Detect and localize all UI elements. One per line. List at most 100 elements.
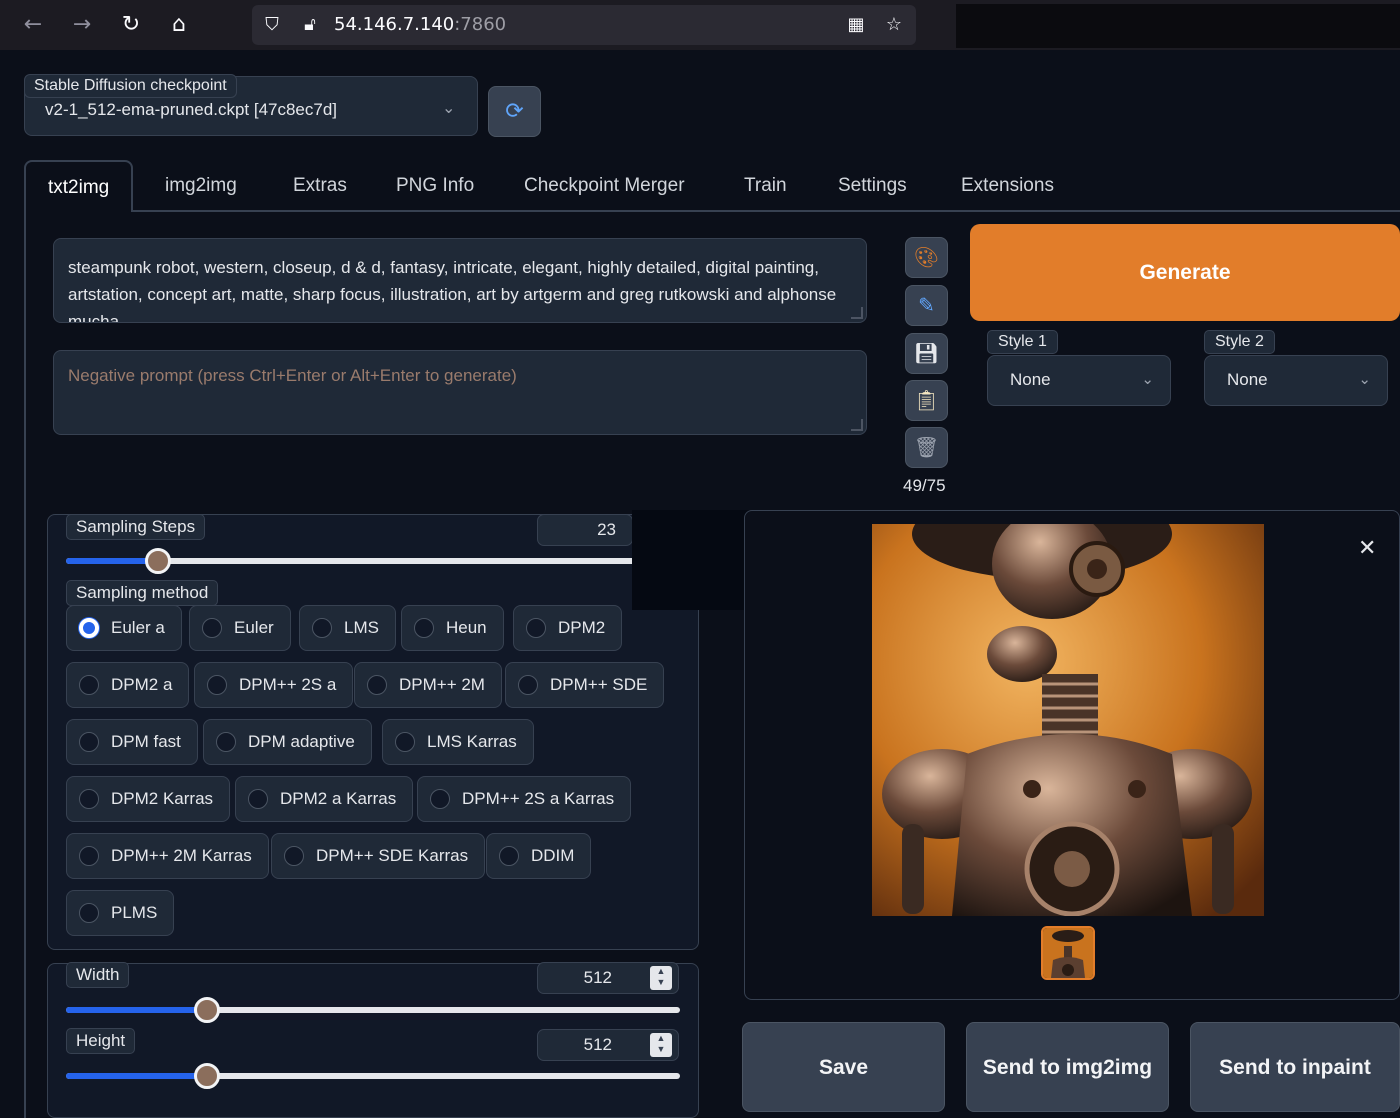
url-bar[interactable]: ⛉ 🔓︎ 54.146.7.140:7860 ▦ ☆ (252, 5, 916, 45)
radio-dot (284, 846, 304, 866)
spinner-icon[interactable]: ▲ ▼ (650, 966, 672, 990)
negative-prompt-placeholder: Negative prompt (press Ctrl+Enter or Alt… (68, 366, 517, 385)
forward-icon[interactable]: → (67, 10, 97, 40)
lock-icon[interactable]: 🔓︎ (298, 13, 322, 37)
trash-icon: 🗑︎ (913, 435, 940, 459)
radio-dot (202, 618, 222, 638)
send-to-inpaint-button[interactable]: Send to inpaint (1190, 1022, 1400, 1112)
tab-extensions[interactable]: Extensions (961, 160, 1054, 212)
radio-dot (79, 732, 99, 752)
chevron-down-icon: ⌄ (1141, 371, 1154, 388)
tab-checkpoint-merger[interactable]: Checkpoint Merger (524, 160, 685, 212)
radio-dpm2-karras[interactable]: DPM2 Karras (66, 776, 231, 822)
close-icon[interactable]: ✕ (1358, 536, 1376, 561)
radio-dpmpp-2m[interactable]: DPM++ 2M (354, 662, 502, 708)
radio-dpm2-a[interactable]: DPM2 a (66, 662, 190, 708)
height-slider[interactable] (66, 1063, 680, 1089)
url-host: 54.146.7.140 (334, 14, 455, 35)
read-generation-params-button[interactable]: ✎ (905, 285, 948, 326)
checkpoint-value[interactable]: v2-1_512-ema-pruned.ckpt [47c8ec7d] (45, 100, 337, 120)
radio-dot (79, 789, 99, 809)
radio-dpmpp-2m-karras[interactable]: DPM++ 2M Karras (66, 833, 269, 879)
radio-euler[interactable]: Euler (189, 605, 291, 651)
shield-icon[interactable]: ⛉ (260, 13, 284, 37)
radio-label: Euler (234, 618, 274, 637)
apply-style-button[interactable]: 📋︎ (905, 380, 948, 421)
send-to-img2img-button[interactable]: Send to img2img (966, 1022, 1169, 1112)
radio-ddim[interactable]: DDIM (486, 833, 592, 879)
radio-dpmpp-2s-a[interactable]: DPM++ 2S a (194, 662, 354, 708)
slider-thumb[interactable] (145, 548, 172, 574)
radio-dpmpp-2s-a-karras[interactable]: DPM++ 2S a Karras (417, 776, 632, 822)
radio-dot (499, 846, 519, 866)
style1-dropdown[interactable]: None ⌄ (987, 355, 1171, 406)
style1-label: Style 1 (987, 330, 1058, 354)
clear-prompt-button[interactable]: 🗑︎ (905, 427, 948, 468)
sampling-steps-input[interactable]: 23 (537, 514, 633, 546)
radio-label: LMS Karras (427, 732, 517, 751)
tab-train[interactable]: Train (744, 160, 787, 212)
radio-heun[interactable]: Heun (401, 605, 504, 651)
radio-label: DPM++ SDE (550, 675, 648, 694)
radio-dpmpp-sde-karras[interactable]: DPM++ SDE Karras (271, 833, 486, 879)
radio-plms[interactable]: PLMS (66, 890, 175, 936)
tab-txt2img[interactable]: txt2img (24, 160, 134, 214)
sampling-steps-slider[interactable] (66, 548, 680, 574)
radio-lms-karras[interactable]: LMS Karras (382, 719, 534, 765)
reload-icon[interactable]: ↻ (116, 10, 146, 40)
style2-dropdown[interactable]: None ⌄ (1204, 355, 1388, 406)
height-input[interactable]: 512 ▲ ▼ (537, 1029, 679, 1061)
radio-dpm2-a-karras[interactable]: DPM2 a Karras (235, 776, 414, 822)
radio-label: DPM2 (558, 618, 606, 637)
resize-handle[interactable] (851, 419, 863, 431)
width-slider[interactable] (66, 997, 680, 1023)
radio-dot (367, 675, 387, 695)
radio-dpm-adaptive[interactable]: DPM adaptive (203, 719, 372, 765)
radio-label: DPM++ 2M Karras (111, 846, 252, 865)
chevron-down-icon[interactable]: ⌄ (442, 98, 455, 117)
url-port: :7860 (454, 14, 507, 35)
radio-euler-a[interactable]: Euler a (66, 605, 182, 651)
radio-dot (248, 789, 268, 809)
radio-dot (395, 732, 415, 752)
radio-label: DPM2 Karras (111, 789, 214, 808)
radio-dpm-fast[interactable]: DPM fast (66, 719, 198, 765)
radio-dot (430, 789, 450, 809)
radio-label: Heun (446, 618, 487, 637)
prompt-textarea[interactable]: steampunk robot, western, closeup, d & d… (53, 238, 867, 323)
slider-fill (66, 1007, 208, 1013)
resize-handle[interactable] (851, 307, 863, 319)
tab-extras[interactable]: Extras (293, 160, 347, 212)
home-icon[interactable]: ⌂ (164, 10, 194, 40)
save-style-button[interactable]: 💾︎ (905, 333, 948, 374)
refresh-icon: ⟳ (505, 99, 524, 124)
spinner-icon[interactable]: ▲ ▼ (650, 1033, 672, 1057)
refresh-checkpoint-button[interactable]: ⟳ (488, 86, 541, 137)
bookmark-star-icon[interactable]: ☆ (882, 13, 906, 37)
gallery-thumbnail[interactable] (1041, 926, 1095, 980)
radio-dpmpp-sde[interactable]: DPM++ SDE (505, 662, 665, 708)
palette-icon: 🎨︎ (913, 245, 940, 269)
sampling-method-label: Sampling method (66, 580, 219, 606)
radio-dot (79, 675, 99, 695)
style1-value: None (1010, 370, 1051, 389)
back-icon[interactable]: ← (18, 10, 48, 40)
width-input[interactable]: 512 ▲ ▼ (537, 962, 679, 994)
tab-png-info[interactable]: PNG Info (396, 160, 474, 212)
tab-settings[interactable]: Settings (838, 160, 907, 212)
height-value: 512 (583, 1035, 612, 1054)
radio-dot (79, 903, 99, 923)
chevron-down-icon: ⌄ (1358, 371, 1371, 388)
qr-code-icon[interactable]: ▦ (844, 13, 868, 37)
radio-dot (79, 618, 99, 638)
generate-button[interactable]: Generate (970, 224, 1400, 321)
radio-dpm2[interactable]: DPM2 (513, 605, 623, 651)
generated-image[interactable] (872, 524, 1264, 916)
save-button[interactable]: Save (742, 1022, 945, 1112)
negative-prompt-textarea[interactable]: Negative prompt (press Ctrl+Enter or Alt… (53, 350, 867, 435)
radio-label: DDIM (531, 846, 575, 865)
radio-lms[interactable]: LMS (299, 605, 396, 651)
paste-params-button[interactable]: 🎨︎ (905, 237, 948, 278)
tab-img2img[interactable]: img2img (165, 160, 237, 212)
radio-label: DPM fast (111, 732, 181, 751)
